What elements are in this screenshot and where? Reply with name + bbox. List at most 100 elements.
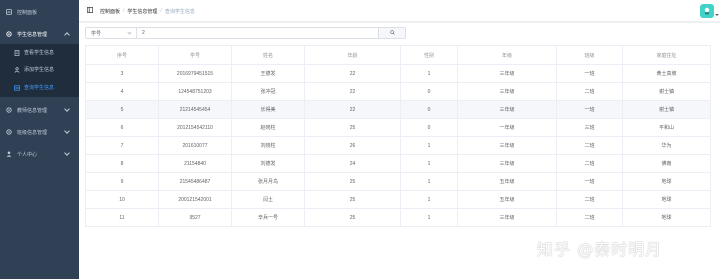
table-cell: 1 bbox=[400, 64, 458, 83]
document-icon bbox=[14, 49, 20, 56]
table-cell: 王德发 bbox=[231, 64, 305, 83]
table-cell: 五年级 bbox=[457, 190, 557, 209]
sidebar-item-dashboard[interactable]: 控制面板 bbox=[0, 1, 79, 23]
sidebar-item-label: 控制面板 bbox=[17, 9, 38, 16]
table-cell: 25 bbox=[304, 190, 401, 209]
table-cell: 4 bbox=[85, 82, 159, 101]
table-cell: 一班 bbox=[556, 100, 623, 119]
table-cell: 长得美 bbox=[231, 100, 305, 119]
table-cell: 1 bbox=[400, 172, 458, 191]
sidebar: 控制面板 学生信息管理 查看学生信息 添加学生信息 查询学生信息 教师信息管理 … bbox=[0, 0, 79, 279]
table-cell: 谢士镇 bbox=[622, 100, 711, 119]
table-cell: 9 bbox=[85, 172, 159, 191]
table-cell: 24 bbox=[304, 154, 401, 173]
chevron-down-icon bbox=[64, 128, 70, 134]
breadcrumb-item[interactable]: 控制面板 bbox=[100, 8, 120, 15]
breadcrumb-current: 查询学生信息 bbox=[164, 8, 195, 15]
table-cell: 二班 bbox=[556, 154, 623, 173]
table-cell: 7 bbox=[85, 136, 159, 155]
table-cell: 22 bbox=[304, 82, 401, 101]
table-cell: 26 bbox=[304, 136, 401, 155]
table-row[interactable]: 9 21545486487 张月月鸟 25 1 五年级 一班 地球 bbox=[85, 172, 711, 191]
column-header[interactable]: 班级 bbox=[556, 45, 623, 65]
table-cell: 三年级 bbox=[457, 100, 557, 119]
table-cell: 五年级 bbox=[457, 172, 557, 191]
sidebar-item-teacher-management[interactable]: 教师信息管理 bbox=[0, 99, 79, 121]
search-input[interactable] bbox=[139, 28, 379, 38]
table-row[interactable]: 7 201610077 刘晓柱 26 1 三年级 二班 华为 bbox=[85, 136, 711, 155]
table-cell: 二班 bbox=[556, 82, 623, 101]
table-cell: 一班 bbox=[556, 64, 623, 83]
add-user-icon bbox=[14, 66, 20, 73]
sidebar-subitem-label: 查看学生信息 bbox=[24, 50, 55, 56]
table-row[interactable]: 11 9527 辛兵一号 25 1 三年级 二班 地球 bbox=[85, 208, 711, 227]
table-cell: 三班 bbox=[556, 118, 623, 137]
table-cell: 闫土 bbox=[231, 190, 305, 209]
table-cell: 三年级 bbox=[457, 136, 557, 155]
column-header[interactable]: 性别 bbox=[400, 45, 458, 65]
sidebar-item-personal-center[interactable]: 个人中心 bbox=[0, 143, 79, 165]
table-cell: 三年级 bbox=[457, 82, 557, 101]
table-cell: 25 bbox=[304, 208, 401, 227]
column-header[interactable]: 序号 bbox=[85, 45, 159, 65]
table-row[interactable]: 5 21214545454 长得美 22 0 三年级 一班 谢士镇 bbox=[85, 100, 711, 119]
column-header[interactable]: 年龄 bbox=[304, 45, 401, 65]
breadcrumb-item[interactable]: 学生信息管理 bbox=[127, 8, 157, 15]
sidebar-subitem-add-student[interactable]: 添加学生信息 bbox=[0, 61, 79, 78]
table-cell: 谢士镇 bbox=[622, 82, 711, 101]
table-cell: 0 bbox=[400, 82, 458, 101]
table-cell: 5 bbox=[85, 100, 159, 119]
table-cell: 刘晓柱 bbox=[231, 136, 305, 155]
search-list-icon bbox=[14, 84, 20, 91]
gear-icon bbox=[6, 129, 12, 135]
search-bar: 学号 bbox=[85, 27, 406, 39]
table-row[interactable]: 10 200121542001 闫土 25 1 五年级 二班 地球 bbox=[85, 190, 711, 209]
user-icon bbox=[6, 151, 12, 157]
hamburger-icon[interactable] bbox=[86, 7, 94, 13]
table-cell: 3 bbox=[85, 64, 159, 83]
table-cell: 佛南 bbox=[622, 154, 711, 173]
table-cell: 21214545454 bbox=[158, 100, 232, 119]
table-cell: 三年级 bbox=[457, 64, 557, 83]
sidebar-subitem-query-students[interactable]: 查询学生信息 bbox=[0, 79, 79, 96]
table-cell: 张月月鸟 bbox=[231, 172, 305, 191]
avatar[interactable] bbox=[700, 4, 714, 18]
table-row[interactable]: 8 21154840 刘德发 24 1 三年级 二班 佛南 bbox=[85, 154, 711, 173]
table-cell: 21545486487 bbox=[158, 172, 232, 191]
gear-icon bbox=[6, 31, 12, 37]
table-cell: 地球 bbox=[622, 190, 711, 209]
sidebar-item-label: 学生信息管理 bbox=[17, 31, 48, 38]
table-cell: 二班 bbox=[556, 190, 623, 209]
table-cell: 黄土高坡 bbox=[622, 64, 711, 83]
table-cell: 6 bbox=[85, 118, 159, 137]
column-header[interactable]: 年级 bbox=[457, 45, 557, 65]
search-button[interactable] bbox=[378, 28, 405, 38]
table-row[interactable]: 4 124548751203 张冲冠 22 0 三年级 二班 谢士镇 bbox=[85, 82, 711, 101]
chevron-down-icon bbox=[64, 150, 70, 156]
column-header[interactable]: 学号 bbox=[158, 45, 232, 65]
table-cell: 22 bbox=[304, 100, 401, 119]
caret-down-icon[interactable] bbox=[715, 14, 719, 16]
sidebar-item-label: 班级信息管理 bbox=[17, 129, 48, 136]
sidebar-item-student-management[interactable]: 学生信息管理 bbox=[0, 23, 79, 45]
table-cell: 0 bbox=[400, 100, 458, 119]
column-header[interactable]: 姓名 bbox=[231, 45, 305, 65]
search-field-select[interactable]: 学号 bbox=[86, 28, 137, 38]
zhihu-watermark: 知乎 @秦时明月 bbox=[537, 236, 702, 259]
column-header[interactable]: 家庭住址 bbox=[622, 45, 711, 65]
table-cell: 10 bbox=[85, 190, 159, 209]
sidebar-item-label: 教师信息管理 bbox=[17, 107, 48, 114]
table-row[interactable]: 6 2012154542110 赵晓柱 25 0 一年级 三班 平和山 bbox=[85, 118, 711, 137]
table-cell: 地球 bbox=[622, 172, 711, 191]
table-cell: 三年级 bbox=[457, 208, 557, 227]
chevron-down-icon bbox=[64, 106, 70, 112]
table-cell: 2012154542110 bbox=[158, 118, 232, 137]
sidebar-subitem-view-students[interactable]: 查看学生信息 bbox=[0, 44, 79, 61]
table-cell: 一班 bbox=[556, 172, 623, 191]
gear-icon bbox=[6, 107, 12, 113]
dashboard-icon bbox=[6, 9, 12, 15]
table-row[interactable]: 3 2016979451515 王德发 22 1 三年级 一班 黄土高坡 bbox=[85, 64, 711, 83]
search-field-value: 学号 bbox=[91, 30, 102, 37]
table-cell: 三年级 bbox=[457, 154, 557, 173]
sidebar-item-class-management[interactable]: 班级信息管理 bbox=[0, 121, 79, 143]
